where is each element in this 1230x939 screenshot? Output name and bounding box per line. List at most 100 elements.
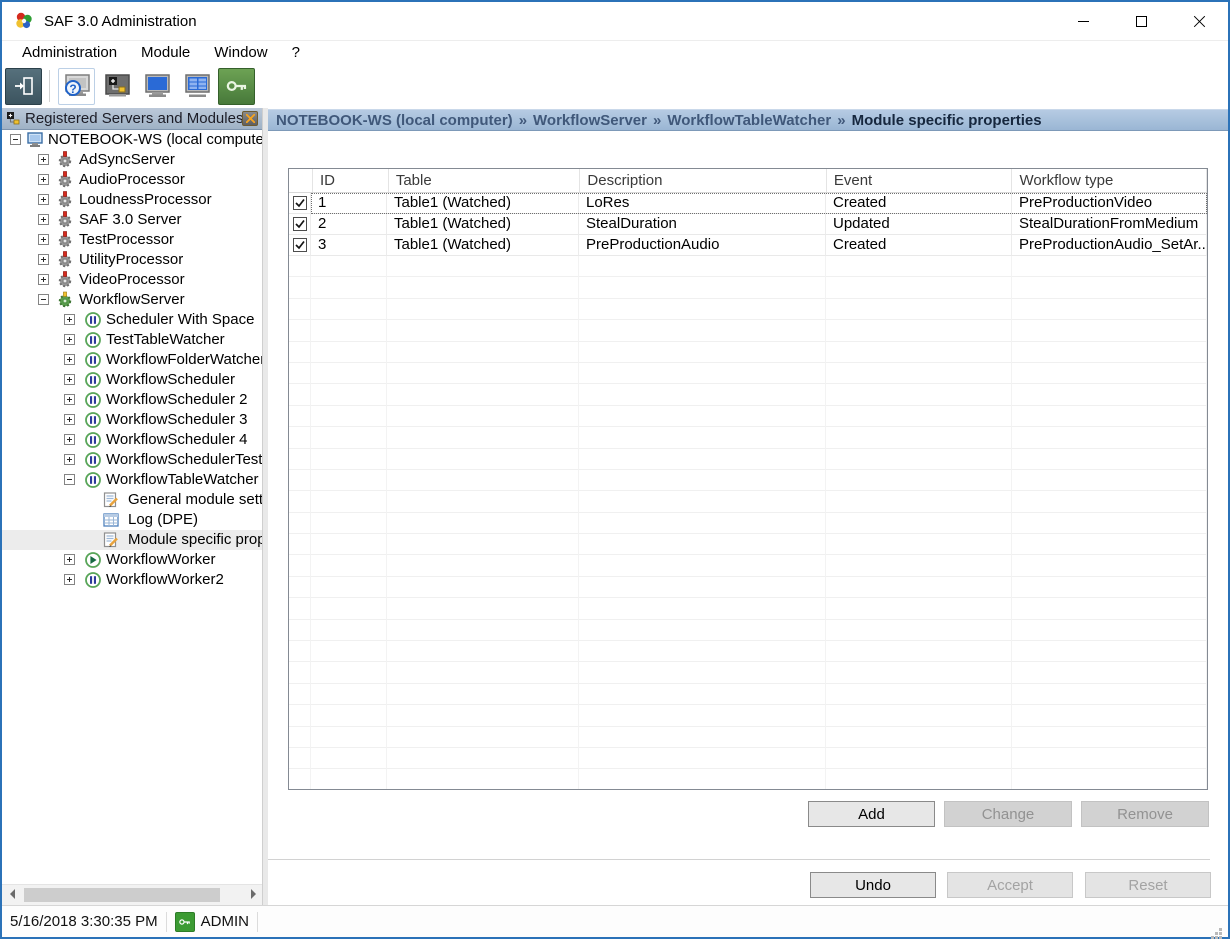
grid-column-header-workflow-type[interactable]: Workflow type [1012, 169, 1207, 192]
expand-icon[interactable] [38, 214, 49, 225]
tree-item-adsyncserver[interactable]: AdSyncServer [2, 150, 262, 170]
tree-item-loudnessprocessor[interactable]: LoudnessProcessor [2, 190, 262, 210]
empty-cell [1012, 470, 1207, 491]
registered-servers-button[interactable] [98, 68, 135, 105]
collapse-icon[interactable] [10, 134, 21, 145]
grid-cell-description: StealDuration [579, 214, 826, 235]
tree-item-workflowschedulertest[interactable]: WorkflowSchedulerTest [2, 450, 262, 470]
tree-horizontal-scrollbar[interactable] [2, 884, 262, 905]
undo-button[interactable]: Undo [810, 872, 936, 898]
empty-cell [387, 277, 579, 298]
tree-item-saf-3-0-server[interactable]: SAF 3.0 Server [2, 210, 262, 230]
expand-icon[interactable] [64, 454, 75, 465]
row-checkbox-cell [289, 214, 311, 235]
grid-rows: 1Table1 (Watched)LoResCreatedPreProducti… [289, 193, 1207, 256]
menu-item-module[interactable]: Module [129, 42, 202, 63]
tree-item-workflowtablewatcher[interactable]: WorkflowTableWatcher [2, 470, 262, 490]
expand-icon[interactable] [64, 394, 75, 405]
expand-icon[interactable] [64, 414, 75, 425]
row-checkbox[interactable] [293, 217, 307, 231]
grid-row[interactable]: 1Table1 (Watched)LoResCreatedPreProducti… [289, 193, 1207, 214]
close-button[interactable] [1170, 2, 1228, 40]
help-button[interactable]: ? [58, 68, 95, 105]
empty-cell [387, 577, 579, 598]
expand-icon[interactable] [38, 254, 49, 265]
login-key-button[interactable] [218, 68, 255, 105]
breadcrumb: NOTEBOOK-WS (local computer)»WorkflowSer… [268, 109, 1228, 131]
expand-icon[interactable] [64, 434, 75, 445]
grid-column-header-description[interactable]: Description [580, 169, 826, 192]
maximize-button[interactable] [1112, 2, 1170, 40]
empty-cell [579, 384, 826, 405]
row-checkbox[interactable] [293, 238, 307, 252]
remove-button[interactable]: Remove [1081, 801, 1209, 827]
tree-item-workflowworker2[interactable]: WorkflowWorker2 [2, 570, 262, 590]
panel-close-button[interactable] [242, 111, 258, 126]
expand-icon[interactable] [64, 354, 75, 365]
empty-cell [826, 277, 1012, 298]
grid-column-header-event[interactable]: Event [827, 169, 1013, 192]
tree-item-workflowscheduler-2[interactable]: WorkflowScheduler 2 [2, 390, 262, 410]
grid-column-header-id[interactable]: ID [313, 169, 389, 192]
resize-grip[interactable] [1219, 928, 1222, 931]
empty-row-cells [311, 513, 1207, 534]
tree-item-videoprocessor[interactable]: VideoProcessor [2, 270, 262, 290]
tree-item-log-dpe-[interactable]: Log (DPE) [2, 510, 262, 530]
tree-item-workflowfolderwatcher[interactable]: WorkflowFolderWatcher [2, 350, 262, 370]
tree-item-scheduler-with-space[interactable]: Scheduler With Space [2, 310, 262, 330]
form-icon [102, 491, 120, 509]
menu-item--[interactable]: ? [280, 42, 312, 63]
tree-item-workflowserver[interactable]: WorkflowServer [2, 290, 262, 310]
tree-item-workflowscheduler-4[interactable]: WorkflowScheduler 4 [2, 430, 262, 450]
grid-row[interactable]: 2Table1 (Watched)StealDurationUpdatedSte… [289, 214, 1207, 235]
expand-icon[interactable] [38, 234, 49, 245]
tree-item-module-specific-properties[interactable]: Module specific properties [2, 530, 262, 550]
tree-item-testprocessor[interactable]: TestProcessor [2, 230, 262, 250]
empty-cell [579, 299, 826, 320]
expand-icon[interactable] [64, 574, 75, 585]
scroll-left-arrow-icon[interactable] [10, 889, 15, 899]
empty-row-cells [311, 363, 1207, 384]
expand-icon[interactable] [38, 154, 49, 165]
add-button[interactable]: Add [808, 801, 935, 827]
grid-column-header-table[interactable]: Table [389, 169, 581, 192]
empty-cell [826, 577, 1012, 598]
row-checkbox[interactable] [293, 196, 307, 210]
tree-item-workflowworker[interactable]: WorkflowWorker [2, 550, 262, 570]
tree-item-workflowscheduler[interactable]: WorkflowScheduler [2, 370, 262, 390]
tree-item-workflowscheduler-3[interactable]: WorkflowScheduler 3 [2, 410, 262, 430]
tree-item-general-module-settings[interactable]: General module settings [2, 490, 262, 510]
grid-cell-event: Updated [826, 214, 1012, 235]
expand-icon[interactable] [64, 314, 75, 325]
expand-icon[interactable] [38, 174, 49, 185]
menu-item-administration[interactable]: Administration [10, 42, 129, 63]
monitor-button[interactable] [138, 68, 175, 105]
expand-icon[interactable] [64, 334, 75, 345]
accept-button[interactable]: Accept [947, 872, 1073, 898]
tree-item-testtablewatcher[interactable]: TestTableWatcher [2, 330, 262, 350]
expand-icon[interactable] [38, 194, 49, 205]
reset-button[interactable]: Reset [1085, 872, 1211, 898]
collapse-icon[interactable] [64, 474, 75, 485]
module-list-button[interactable] [178, 68, 215, 105]
grid-row[interactable]: 3Table1 (Watched)PreProductionAudioCreat… [289, 235, 1207, 256]
exit-button[interactable] [5, 68, 42, 105]
tree-item-audioprocessor[interactable]: AudioProcessor [2, 170, 262, 190]
empty-cell [311, 406, 387, 427]
expand-icon[interactable] [64, 374, 75, 385]
menu-item-window[interactable]: Window [202, 42, 279, 63]
empty-row-cells [311, 662, 1207, 683]
empty-cell [311, 748, 387, 769]
expand-icon[interactable] [64, 554, 75, 565]
empty-cell [1012, 342, 1207, 363]
scroll-right-arrow-icon[interactable] [251, 889, 256, 899]
collapse-icon[interactable] [38, 294, 49, 305]
grid-empty-row [289, 555, 1207, 576]
expand-icon[interactable] [38, 274, 49, 285]
tree-item-notebook-ws-local-computer-[interactable]: NOTEBOOK-WS (local computer) [2, 130, 262, 150]
tree-item-utilityprocessor[interactable]: UtilityProcessor [2, 250, 262, 270]
minimize-button[interactable] [1054, 2, 1112, 40]
scrollbar-thumb[interactable] [24, 888, 220, 902]
change-button[interactable]: Change [944, 801, 1072, 827]
grid-cell-id: 2 [311, 214, 387, 235]
